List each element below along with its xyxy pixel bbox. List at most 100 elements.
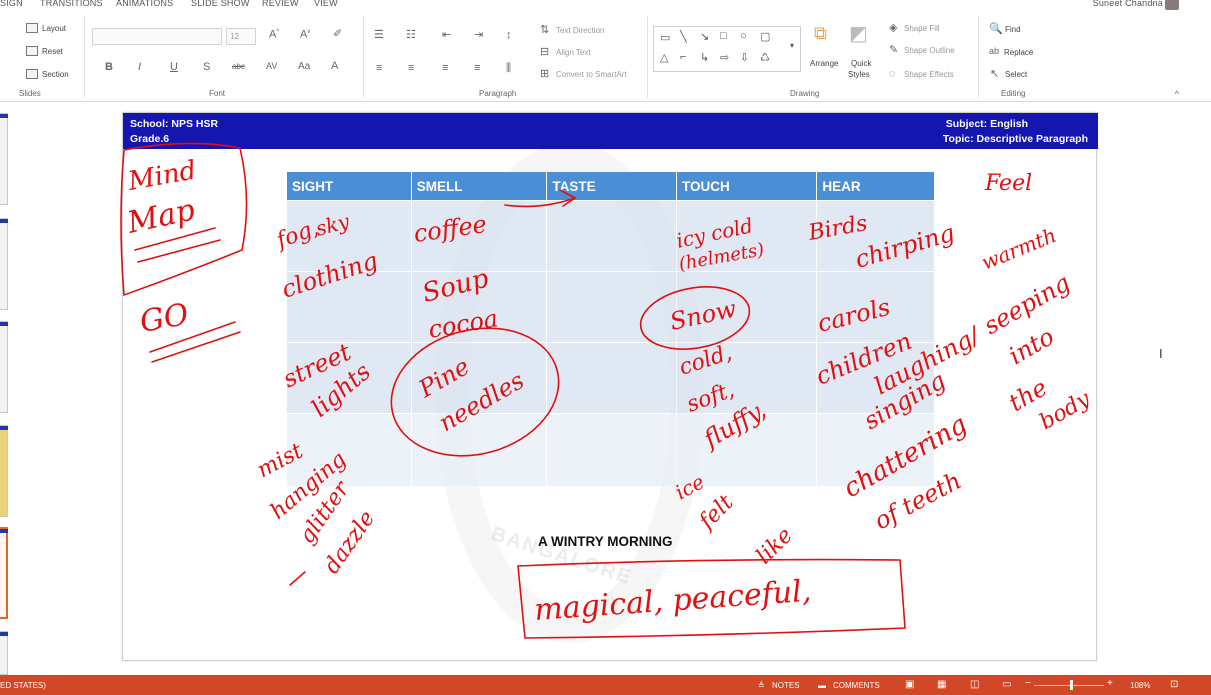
align-left-icon[interactable]: ≡	[376, 63, 382, 74]
strikethrough-button[interactable]: abc	[232, 63, 245, 71]
arrange-button[interactable]: Arrange	[810, 59, 838, 68]
table-cell[interactable]	[411, 272, 547, 342]
slide-thumbnail[interactable]	[0, 113, 8, 205]
user-name[interactable]: Suneet Chandna	[1093, 0, 1163, 8]
tab-slide-show[interactable]: SLIDE SHOW	[191, 0, 250, 8]
table-cell[interactable]	[411, 343, 547, 413]
align-right-icon[interactable]: ≡	[442, 63, 448, 74]
convert-smartart-button[interactable]: Convert to SmartArt	[556, 70, 627, 79]
italic-button[interactable]: I	[138, 62, 141, 73]
language-status[interactable]: ED STATES)	[0, 681, 46, 690]
bold-button[interactable]: B	[105, 62, 113, 73]
avatar[interactable]	[1165, 0, 1179, 10]
table-cell[interactable]	[676, 272, 817, 342]
table-cell[interactable]	[547, 201, 676, 271]
line-spacing-icon[interactable]: ↕	[506, 30, 512, 41]
zoom-in-icon[interactable]: +	[1107, 678, 1113, 689]
shrink-font-icon[interactable]: Av	[300, 29, 310, 41]
table-cell[interactable]	[287, 272, 411, 342]
increase-indent-icon[interactable]: ⇥	[474, 30, 483, 41]
elbow-arrow-shape-icon[interactable]: ↳	[700, 51, 709, 64]
underline-button[interactable]: U	[170, 62, 178, 73]
decrease-indent-icon[interactable]: ⇤	[442, 30, 451, 41]
table-cell[interactable]	[817, 201, 934, 271]
table-cell[interactable]	[547, 414, 676, 486]
line-shape-icon[interactable]: ╲	[680, 30, 687, 43]
notes-button[interactable]: NOTES	[772, 681, 800, 690]
table-cell[interactable]	[411, 201, 547, 271]
slide-thumbnail[interactable]	[0, 425, 8, 517]
collapse-ribbon-icon[interactable]: ^	[1175, 89, 1179, 99]
numbering-icon[interactable]: ☷	[406, 30, 416, 41]
down-arrow-shape-icon[interactable]: ⇩	[740, 51, 749, 64]
table-cell[interactable]	[547, 343, 676, 413]
slide-thumbnail[interactable]	[0, 218, 8, 310]
layout-button[interactable]: Layout	[42, 24, 66, 33]
slide-thumbnail-selected[interactable]	[0, 527, 8, 619]
table-cell[interactable]	[547, 272, 676, 342]
rounded-rect-shape-icon[interactable]: ▢	[760, 30, 770, 43]
section-button[interactable]: Section	[42, 70, 69, 79]
char-spacing-button[interactable]: AV	[266, 62, 277, 71]
oval-shape-icon[interactable]: ○	[740, 30, 747, 42]
comments-button[interactable]: COMMENTS	[833, 681, 880, 690]
change-case-button[interactable]: Aa	[298, 62, 310, 72]
elbow-shape-icon[interactable]: ⌐	[680, 51, 686, 63]
replace-button[interactable]: Replace	[1004, 48, 1033, 57]
slide-canvas[interactable]: BANGALORE School: NPS HSR Grade.6 Subjec…	[122, 112, 1098, 661]
align-text-button[interactable]: Align Text	[556, 48, 591, 57]
table-cell[interactable]	[287, 343, 411, 413]
zoom-slider-handle[interactable]	[1070, 680, 1073, 690]
table-cell[interactable]	[287, 201, 411, 271]
rectangle-shape-icon[interactable]: ▭	[660, 31, 670, 44]
tab-transitions[interactable]: TRANSITIONS	[40, 0, 103, 8]
table-cell[interactable]	[817, 414, 934, 486]
zoom-slider[interactable]	[1034, 685, 1104, 686]
tab-review[interactable]: REVIEW	[262, 0, 299, 8]
arrow-line-shape-icon[interactable]: ↘	[700, 30, 709, 43]
select-button[interactable]: Select	[1005, 70, 1027, 79]
align-center-icon[interactable]: ≡	[408, 63, 414, 74]
table-cell[interactable]	[676, 414, 817, 486]
columns-icon[interactable]: ⫼	[506, 63, 511, 74]
slide-thumbnail[interactable]	[0, 631, 8, 675]
text-direction-button[interactable]: Text Direction	[556, 26, 604, 35]
shape-fill-button[interactable]: Shape Fill	[904, 24, 940, 33]
bullets-icon[interactable]: ☰	[374, 30, 384, 41]
square-shape-icon[interactable]: □	[720, 30, 727, 42]
grow-font-icon[interactable]: A^	[269, 29, 279, 41]
font-name-input[interactable]	[92, 28, 222, 45]
table-cell[interactable]	[817, 272, 934, 342]
shapes-gallery[interactable]: ▭ ╲ ↘ □ ○ ▢ △ ⌐ ↳ ⇨ ⇩ ♺ ▾	[653, 26, 801, 72]
justify-icon[interactable]: ≡	[474, 63, 480, 74]
senses-table[interactable]: SIGHT SMELL TASTE TOUCH HEAR	[286, 171, 935, 487]
right-arrow-shape-icon[interactable]: ⇨	[720, 51, 729, 64]
slide-sorter-icon[interactable]: ▦	[937, 679, 946, 690]
comments-icon[interactable]: ▬	[818, 681, 826, 690]
font-color-button[interactable]: A	[331, 61, 338, 72]
reading-view-icon[interactable]: ◫	[970, 679, 979, 690]
font-size-input[interactable]: 12	[226, 28, 256, 45]
find-button[interactable]: Find	[1005, 25, 1021, 34]
curved-shape-icon[interactable]: ♺	[760, 51, 770, 64]
fit-slide-icon[interactable]: ⊡	[1170, 679, 1178, 690]
table-cell[interactable]	[411, 414, 547, 486]
reset-button[interactable]: Reset	[42, 47, 63, 56]
zoom-out-icon[interactable]: −	[1025, 678, 1031, 689]
quick-styles-button[interactable]: Quick	[851, 59, 871, 68]
tab-design[interactable]: SIGN	[0, 0, 23, 8]
tab-view[interactable]: VIEW	[314, 0, 338, 8]
notes-icon[interactable]: ≜	[758, 681, 765, 690]
table-cell[interactable]	[676, 201, 817, 271]
normal-view-icon[interactable]: ▣	[905, 679, 914, 690]
table-cell[interactable]	[287, 414, 411, 486]
table-cell[interactable]	[817, 343, 934, 413]
slideshow-view-icon[interactable]: ▭	[1002, 679, 1011, 690]
shape-outline-button[interactable]: Shape Outline	[904, 46, 955, 55]
shadow-button[interactable]: S	[203, 62, 210, 73]
slide-thumbnail[interactable]	[0, 321, 8, 413]
slide-title[interactable]: A WINTRY MORNING	[538, 534, 673, 549]
table-cell[interactable]	[676, 343, 817, 413]
triangle-shape-icon[interactable]: △	[660, 51, 668, 64]
gallery-more-icon[interactable]: ▾	[790, 41, 794, 50]
